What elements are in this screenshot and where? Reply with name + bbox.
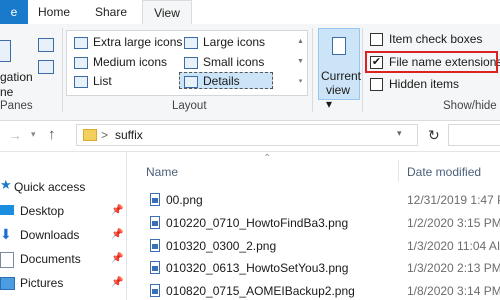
file-name[interactable]: 010820_0715_AOMEIBackup2.png [166,284,355,298]
address-bar[interactable]: > suffix ▾ [76,124,418,146]
address-dropdown-icon[interactable]: ▾ [397,128,402,139]
navigation-pane-button[interactable]: gation ne [0,32,34,99]
nav-pictures[interactable]: Pictures [20,276,63,290]
extra-large-icons-icon [74,37,88,49]
divider [312,28,313,112]
file-name[interactable]: 010220_0710_HowtoFindBa3.png [166,216,348,230]
item-check-boxes-label: Item check boxes [389,32,483,46]
column-divider[interactable] [398,160,399,182]
navigation-pane-icon [0,40,11,62]
pictures-icon [0,277,15,290]
details-icon [184,76,198,88]
file-date: 1/3/2020 11:04 AI [407,239,500,253]
file-date: 1/2/2020 3:15 PM [407,216,500,230]
navigation-pane-label-2: ne [0,85,14,99]
pane-divider[interactable] [126,152,127,300]
png-file-icon [150,284,160,297]
pin-icon[interactable]: 📌 [111,205,123,216]
ribbon-tab-strip: e Home Share View [0,0,500,25]
file-name[interactable]: 010320_0300_2.png [166,239,276,253]
file-date: 1/8/2020 3:14 PM [407,284,500,298]
divider [362,28,363,112]
up-arrow-icon[interactable]: ↑ [48,126,56,143]
pin-icon[interactable]: 📌 [111,229,123,240]
list-icon [74,76,88,88]
divider [62,28,63,112]
navigation-pane-label-1: gation [0,70,33,84]
current-view-label-2: view ▾ [326,83,351,111]
forward-arrow-icon[interactable]: → [8,127,22,143]
medium-icons-icon [74,57,88,69]
small-icons-button[interactable]: Small icons [203,55,264,69]
extra-large-icons-button[interactable]: Extra large icons [93,35,182,49]
item-check-boxes-checkbox[interactable] [370,33,383,46]
tab-share[interactable]: Share [80,0,142,24]
breadcrumb-separator[interactable]: > [101,128,108,142]
file-name[interactable]: 010320_0613_HowtoSetYou3.png [166,261,348,275]
nav-documents[interactable]: Documents [20,252,81,266]
hidden-items-label: Hidden items [389,77,460,91]
tab-home[interactable]: Home [28,0,80,24]
search-input[interactable] [448,124,500,146]
large-icons-button[interactable]: Large icons [203,35,265,49]
list-button[interactable]: List [93,74,112,88]
current-view-icon [332,37,346,55]
details-pane-icon[interactable] [38,60,54,74]
column-header-name[interactable]: Name [146,165,178,179]
png-file-icon [150,261,160,274]
layout-group-label: Layout [172,100,207,112]
pin-icon[interactable]: 📌 [111,277,123,288]
refresh-icon[interactable]: ↻ [428,127,440,144]
details-button-label: Details [203,74,240,88]
layout-scroll-arrows[interactable]: ▲ ▼ ▾ [296,32,305,92]
current-view-button[interactable]: Current view ▾ [318,28,362,111]
file-date: 1/3/2020 2:13 PM [407,261,500,275]
desktop-icon [0,205,14,215]
tab-view[interactable]: View [142,0,192,25]
panes-group-label: Panes [0,100,33,112]
recent-locations-icon[interactable]: ▾ [31,129,36,140]
breadcrumb-folder[interactable]: suffix [115,128,143,142]
file-date: 12/31/2019 1:47 PI [407,193,500,207]
nav-downloads[interactable]: Downloads [20,228,79,242]
small-icons-icon [184,57,198,69]
preview-pane-icon[interactable] [38,38,54,52]
folder-icon [83,129,97,141]
collapse-arrow-icon[interactable]: ⌃ [263,153,271,164]
current-view-label-1: Current [321,69,362,83]
documents-icon [0,252,14,268]
file-name[interactable]: 00.png [166,193,203,207]
medium-icons-button[interactable]: Medium icons [93,55,167,69]
png-file-icon [150,216,160,229]
star-icon: ★ [0,177,12,192]
column-header-date[interactable]: Date modified [407,165,481,179]
downloads-icon: ⬇ [0,226,12,242]
nav-desktop[interactable]: Desktop [20,204,64,218]
highlight-box [365,51,498,73]
png-file-icon [150,239,160,252]
large-icons-icon [184,37,198,49]
png-file-icon [150,193,160,206]
pin-icon[interactable]: 📌 [111,253,123,264]
nav-quick-access[interactable]: Quick access [14,180,85,194]
tab-file[interactable]: e [0,0,28,24]
hidden-items-checkbox[interactable] [370,78,383,91]
show-hide-group-label: Show/hide [443,100,497,112]
